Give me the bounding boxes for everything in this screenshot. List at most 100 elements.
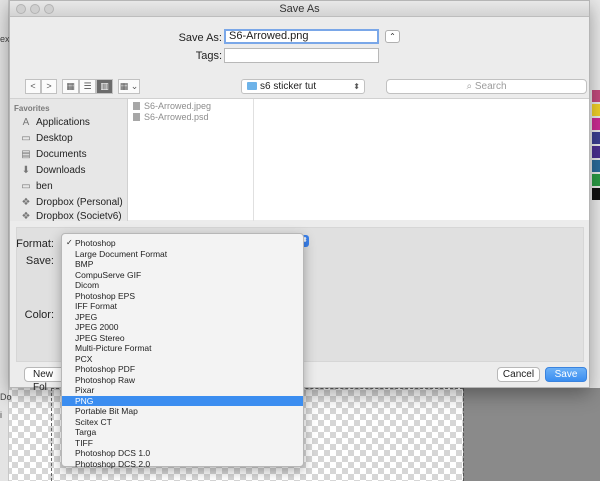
format-option[interactable]: JPEG Stereo — [62, 333, 303, 344]
search-field[interactable]: ⌕ Search — [386, 79, 587, 94]
sidebar-item-label: ben — [36, 181, 53, 192]
format-option-label: Photoshop Raw — [75, 374, 136, 385]
cancel-button[interactable]: Cancel — [497, 367, 540, 382]
forward-button[interactable]: > — [41, 79, 57, 94]
filename-input[interactable]: S6-Arrowed.png — [224, 29, 379, 44]
format-option-label: PNG — [75, 395, 94, 406]
sidebar-item-documents[interactable]: ▤ Documents — [20, 148, 87, 162]
tags-input[interactable] — [224, 48, 379, 63]
format-option[interactable]: Photoshop PDF — [62, 364, 303, 375]
format-option-label: Photoshop — [75, 238, 116, 248]
format-option-label: Large Document Format — [75, 248, 168, 259]
sidebar-item-label: Dropbox (Societv6) — [36, 211, 122, 222]
format-option-label: CompuServe GIF — [75, 269, 142, 280]
format-option[interactable]: Dicom — [62, 280, 303, 291]
format-option-label: Photoshop EPS — [75, 290, 136, 301]
file-browser: Favorites A Applications ▭ Desktop ▤ Docume… — [10, 98, 589, 224]
sidebar-item-dropbox-societv6[interactable]: ❖ Dropbox (Societv6) — [20, 210, 122, 224]
sidebar-item-label: Applications — [36, 117, 90, 128]
background-text: Do — [0, 392, 12, 402]
location-popup[interactable]: s6 sticker tut ⬍ — [241, 79, 365, 94]
save-as-label: Save As: — [178, 32, 222, 44]
format-option-label: JPEG 2000 — [75, 322, 119, 332]
format-option[interactable]: Photoshop Raw — [62, 375, 303, 386]
file-icon — [133, 113, 140, 121]
save-options-label: Save: — [25, 255, 54, 267]
folder-icon — [247, 82, 257, 90]
format-option[interactable]: JPEG 2000 — [62, 322, 303, 333]
background-app-panel: ext Do i — [0, 0, 12, 481]
save-button[interactable]: Save — [545, 367, 587, 382]
tags-label: Tags: — [195, 50, 222, 62]
dropbox-icon: ❖ — [21, 197, 31, 208]
format-option-label: Targa — [75, 427, 97, 437]
format-option[interactable]: PCX — [62, 354, 303, 365]
sidebar-item-ben[interactable]: ▭ ben — [20, 180, 53, 194]
format-label: Format: — [16, 238, 54, 250]
file-name: S6-Arrowed.jpeg — [144, 101, 212, 111]
format-option[interactable]: Photoshop EPS — [62, 291, 303, 302]
file-item[interactable]: S6-Arrowed.psd — [133, 112, 209, 123]
color-swatch — [592, 132, 600, 144]
color-swatch — [592, 104, 600, 116]
format-option-label: Portable Bit Map — [75, 406, 138, 416]
column-view-button[interactable]: ▥ — [96, 79, 113, 94]
format-option-label: Dicom — [75, 280, 100, 290]
format-option[interactable]: Photoshop DCS 2.0 — [62, 459, 303, 470]
color-label: Color: — [24, 309, 54, 321]
format-option[interactable]: ✓ Photoshop — [62, 238, 303, 249]
format-option[interactable]: IFF Format — [62, 301, 303, 312]
format-option[interactable]: Targa — [62, 427, 303, 438]
format-option[interactable]: Portable Bit Map — [62, 406, 303, 417]
format-option-label: Scitex CT — [75, 416, 112, 427]
file-item[interactable]: S6-Arrowed.jpeg — [133, 101, 211, 112]
canvas-border — [51, 388, 52, 481]
format-option-label: Multi-Picture Format — [75, 343, 152, 353]
color-swatch — [592, 174, 600, 186]
format-option-label: TIFF — [75, 437, 93, 448]
sidebar-item-dropbox-personal[interactable]: ❖ Dropbox (Personal) — [20, 196, 123, 210]
color-swatch — [592, 90, 600, 102]
sidebar-heading: Favorites — [14, 104, 50, 113]
format-option-label: Photoshop DCS 2.0 — [75, 458, 151, 469]
sidebar-item-desktop[interactable]: ▭ Desktop — [20, 132, 72, 146]
expand-dialog-button[interactable]: ⌃ — [385, 30, 400, 43]
file-icon — [133, 102, 140, 110]
format-option[interactable]: TIFF — [62, 438, 303, 449]
documents-icon: ▤ — [21, 149, 31, 160]
dropbox-icon: ❖ — [21, 211, 31, 222]
list-view-button[interactable]: ☰ — [79, 79, 96, 94]
format-option[interactable]: Large Document Format — [62, 249, 303, 260]
format-option-label: PCX — [75, 353, 93, 364]
search-placeholder: Search — [474, 81, 507, 92]
format-option[interactable]: Photoshop DCS 1.0 — [62, 448, 303, 459]
file-column: S6-Arrowed.jpeg S6-Arrowed.psd — [129, 99, 254, 221]
format-option[interactable]: BMP — [62, 259, 303, 270]
home-folder-icon: ▭ — [21, 181, 31, 192]
color-swatch — [592, 146, 600, 158]
icon-view-button[interactable]: ▦ — [62, 79, 79, 94]
background-canvas — [463, 388, 600, 481]
dialog-title: Save As — [279, 3, 320, 15]
updown-chevron-icon: ⬍ — [353, 82, 360, 91]
back-button[interactable]: < — [25, 79, 41, 94]
format-option-label: Photoshop DCS 1.0 — [75, 448, 151, 458]
format-option[interactable]: CompuServe GIF — [62, 270, 303, 281]
sidebar-item-label: Dropbox (Personal) — [36, 197, 123, 208]
format-option-label: Pixar — [75, 385, 95, 395]
format-dropdown-menu: ✓ Photoshop Large Document Format BMP CompuS… — [61, 233, 304, 470]
sidebar-item-downloads[interactable]: ⬇ Downloads — [20, 164, 86, 178]
format-option[interactable]: Scitex CT — [62, 417, 303, 428]
format-option[interactable]: Multi-Picture Format — [62, 343, 303, 354]
format-option[interactable]: PNG — [62, 395, 303, 406]
sidebar-item-applications[interactable]: A Applications — [20, 116, 90, 130]
format-option[interactable]: JPEG — [62, 312, 303, 323]
color-swatch — [592, 160, 600, 172]
gallery-view-button[interactable]: ▦ ⌄ — [118, 79, 140, 94]
format-option[interactable]: Pixar — [62, 385, 303, 396]
sidebar: Favorites A Applications ▭ Desktop ▤ Docume… — [10, 99, 128, 224]
search-icon: ⌕ — [466, 81, 473, 92]
sidebar-item-label: Documents — [36, 149, 87, 160]
format-option-label: JPEG — [75, 311, 98, 322]
color-swatch — [592, 118, 600, 130]
